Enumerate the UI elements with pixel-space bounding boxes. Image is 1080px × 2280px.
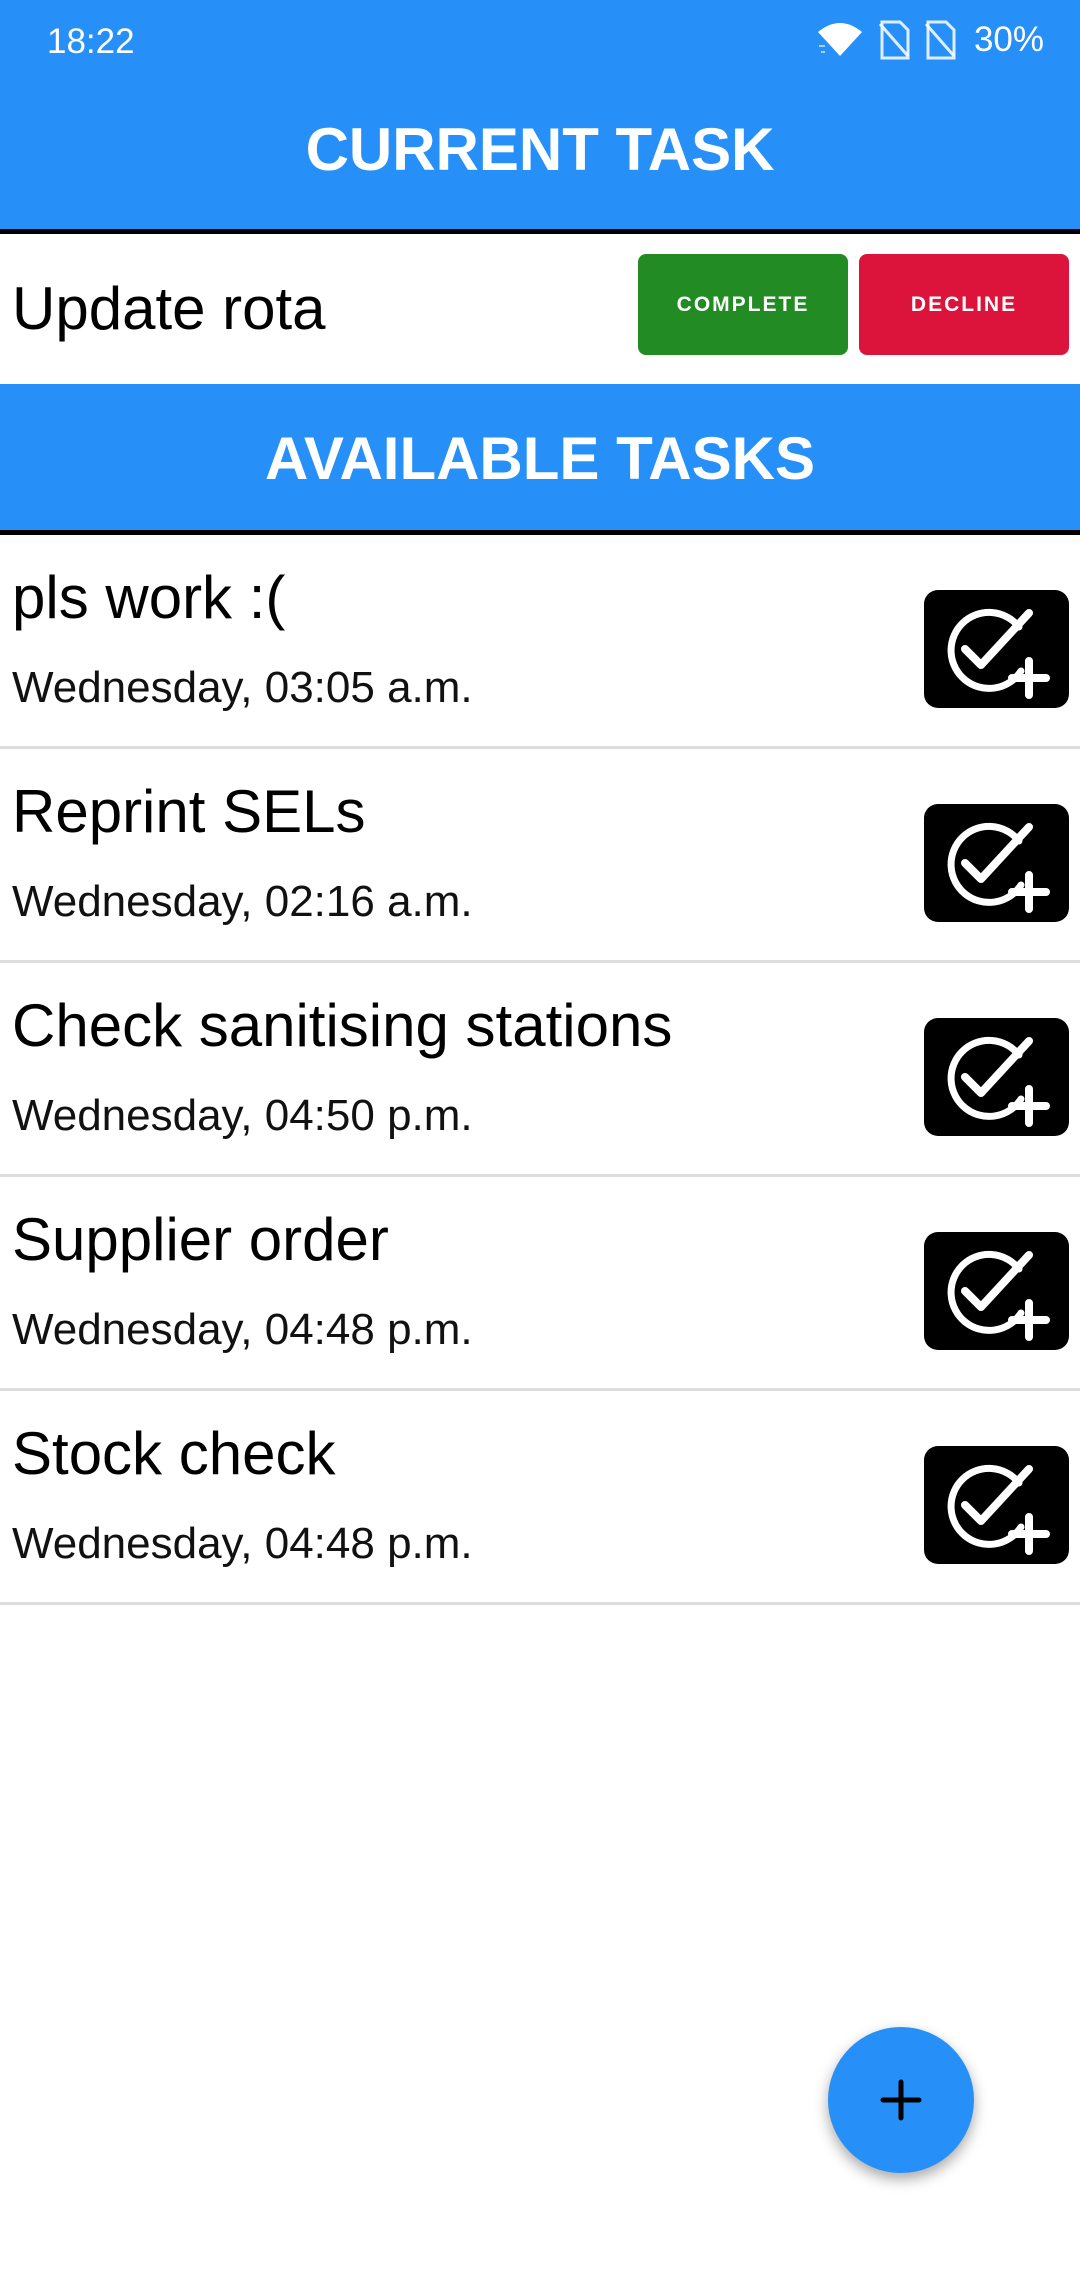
no-sim-icon — [924, 20, 956, 60]
task-date: Wednesday, 04:48 p.m. — [12, 1305, 473, 1354]
no-sim-icon — [878, 20, 910, 60]
add-task-fab[interactable] — [828, 2027, 974, 2173]
status-bar: 18:22 30% — [0, 0, 1080, 80]
plus-icon — [880, 2079, 922, 2121]
claim-task-icon — [947, 822, 1050, 913]
claim-task-button[interactable] — [924, 1446, 1069, 1564]
current-task-name: Update rota — [12, 275, 326, 342]
task-row[interactable]: Stock check Wednesday, 04:48 p.m. — [0, 1391, 1080, 1605]
top-app-bar: 18:22 30% CURRENT TASK — [0, 0, 1080, 229]
claim-task-button[interactable] — [924, 804, 1069, 922]
decline-button[interactable]: DECLINE — [859, 254, 1069, 355]
claim-task-button[interactable] — [924, 1232, 1069, 1350]
task-title: Stock check — [12, 1420, 336, 1487]
task-title: pls work :( — [12, 564, 286, 631]
task-date: Wednesday, 04:50 p.m. — [12, 1091, 473, 1140]
current-task-header: CURRENT TASK — [305, 116, 775, 183]
available-tasks-bar: AVAILABLE TASKS — [0, 384, 1080, 530]
task-list: pls work :( Wednesday, 03:05 a.m. Reprin… — [0, 535, 1080, 1605]
current-task-row: Update rota COMPLETE DECLINE — [0, 234, 1080, 384]
task-date: Wednesday, 02:16 a.m. — [12, 877, 473, 926]
task-row[interactable]: Supplier order Wednesday, 04:48 p.m. — [0, 1177, 1080, 1391]
task-title: Supplier order — [12, 1206, 389, 1273]
task-date: Wednesday, 04:48 p.m. — [12, 1519, 473, 1568]
task-row[interactable]: pls work :( Wednesday, 03:05 a.m. — [0, 535, 1080, 749]
claim-task-button[interactable] — [924, 590, 1069, 708]
claim-task-icon — [947, 1250, 1050, 1341]
claim-task-icon — [947, 1036, 1050, 1127]
battery-percentage: 30% — [973, 20, 1044, 59]
status-icons: 30% — [816, 16, 1044, 64]
wifi-icon — [817, 23, 862, 56]
status-time: 18:22 — [47, 22, 135, 61]
claim-task-icon — [947, 1464, 1050, 1555]
task-row[interactable]: Reprint SELs Wednesday, 02:16 a.m. — [0, 749, 1080, 963]
task-row[interactable]: Check sanitising stations Wednesday, 04:… — [0, 963, 1080, 1177]
task-title: Check sanitising stations — [12, 992, 673, 1059]
claim-task-button[interactable] — [924, 1018, 1069, 1136]
task-title: Reprint SELs — [12, 778, 366, 845]
task-date: Wednesday, 03:05 a.m. — [12, 663, 473, 712]
claim-task-icon — [947, 608, 1050, 699]
complete-button[interactable]: COMPLETE — [638, 254, 848, 355]
available-tasks-header: AVAILABLE TASKS — [265, 425, 815, 492]
